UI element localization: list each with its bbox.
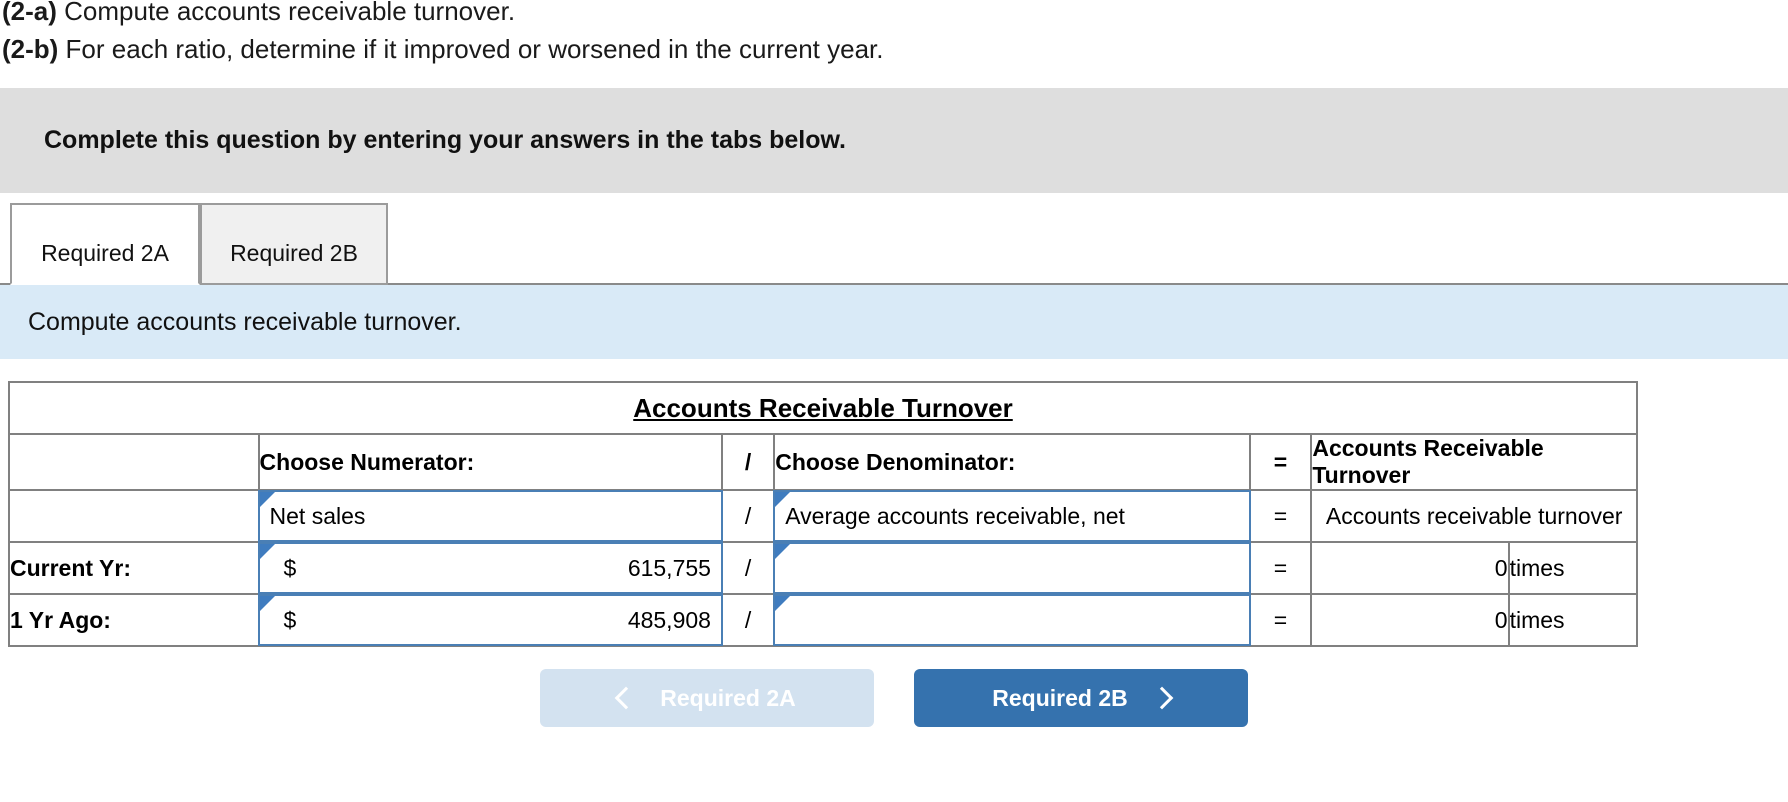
tab-required-2b-label: Required 2B [230,240,358,266]
next-tab-button-label: Required 2B [992,684,1128,711]
equals-operator-1-yr-ago: = [1248,593,1313,647]
calculation-table-wrapper: Accounts Receivable Turnover Choose Nume… [8,381,1788,647]
numerator-input-cell-current-yr[interactable]: $ 615,755 [257,541,723,595]
prompt-line-2a: (2-a) Compute accounts receivable turnov… [2,0,1788,30]
cell-corner-marker-icon [259,596,275,611]
tab-required-2a[interactable]: Required 2A [10,203,200,285]
numerator-select-cell[interactable]: Net sales [257,489,723,543]
tab-navigation-bar: Required 2A Required 2B [0,669,1788,727]
formula-equals-operator: = [1248,489,1313,543]
prompt-2a-label: (2-a) [2,0,57,26]
row-label-current-yr: Current Yr: [8,541,260,595]
divide-operator-current-yr: / [720,541,776,595]
numerator-amount-input-current-yr[interactable]: $ 615,755 [257,542,723,594]
header-result: Accounts Receivable Turnover [1310,433,1638,491]
prompt-2b-label: (2-b) [2,34,59,64]
instruction-banner-text: Complete this question by entering your … [44,126,846,154]
tab-bar: Required 2A Required 2B [0,203,1788,285]
formula-result-label: Accounts receivable turnover [1310,489,1638,543]
chevron-right-icon [1150,686,1174,710]
numerator-amount-value-current-yr: 615,755 [627,554,711,581]
cell-corner-marker-icon [775,544,791,559]
previous-tab-button[interactable]: Required 2A [540,669,874,727]
header-blank [8,433,260,491]
currency-symbol: $ [283,606,297,633]
table-header-row: Choose Numerator: / Choose Denominator: … [8,433,1638,491]
tab-required-2a-label: Required 2A [41,240,169,266]
header-divide-operator: / [720,433,776,491]
tab-required-2b[interactable]: Required 2B [200,203,388,285]
header-choose-denominator: Choose Denominator: [773,433,1251,491]
table-title-row: Accounts Receivable Turnover [8,381,1638,435]
formula-row: Net sales / Average accounts receivable,… [8,489,1638,543]
cell-corner-marker-icon [259,492,275,507]
divide-operator-1-yr-ago: / [720,593,776,647]
cell-corner-marker-icon [775,492,791,507]
denominator-dropdown-value: Average accounts receivable, net [785,502,1125,529]
header-equals-operator: = [1248,433,1313,491]
denominator-amount-input-current-yr[interactable] [773,542,1251,594]
prompt-2a-text: Compute accounts receivable turnover. [56,0,516,26]
prompt-2b-text: For each ratio, determine if it improved… [58,34,884,64]
accounts-receivable-turnover-table: Accounts Receivable Turnover Choose Nume… [8,381,1639,647]
denominator-input-cell-1-yr-ago[interactable] [773,593,1251,647]
numerator-amount-value-1-yr-ago: 485,908 [627,606,711,633]
table-title-text: Accounts Receivable Turnover [633,392,1013,423]
prompt-line-2b: (2-b) For each ratio, determine if it im… [2,30,1788,68]
next-tab-button[interactable]: Required 2B [914,669,1248,727]
table-row: 1 Yr Ago: $ 485,908 / = 0 times [8,593,1639,647]
denominator-input-cell-current-yr[interactable] [773,541,1251,595]
question-prompt: (2-a) Compute accounts receivable turnov… [0,0,1788,68]
instruction-banner: Complete this question by entering your … [0,88,1788,193]
previous-tab-button-label: Required 2A [660,684,796,711]
denominator-amount-input-1-yr-ago[interactable] [773,594,1251,646]
result-units-1-yr-ago: times [1507,593,1639,647]
result-value-current-yr: 0 [1310,541,1510,595]
denominator-dropdown[interactable]: Average accounts receivable, net [773,490,1251,542]
numerator-input-cell-1-yr-ago[interactable]: $ 485,908 [257,593,723,647]
currency-symbol: $ [283,554,297,581]
formula-row-label [8,489,260,543]
sub-instruction-bar: Compute accounts receivable turnover. [0,285,1788,359]
table-row: Current Yr: $ 615,755 / = 0 times [8,541,1639,595]
numerator-dropdown-value: Net sales [269,502,366,529]
header-choose-numerator: Choose Numerator: [257,433,723,491]
equals-operator-current-yr: = [1248,541,1313,595]
formula-divide-operator: / [720,489,776,543]
numerator-dropdown[interactable]: Net sales [257,490,723,542]
denominator-select-cell[interactable]: Average accounts receivable, net [773,489,1251,543]
table-title-cell: Accounts Receivable Turnover [8,381,1638,435]
numerator-amount-input-1-yr-ago[interactable]: $ 485,908 [257,594,723,646]
row-label-1-yr-ago: 1 Yr Ago: [8,593,260,647]
result-value-1-yr-ago: 0 [1310,593,1510,647]
cell-corner-marker-icon [775,596,791,611]
chevron-left-icon [614,686,638,710]
sub-instruction-text: Compute accounts receivable turnover. [28,307,462,336]
cell-corner-marker-icon [259,544,275,559]
result-units-current-yr: times [1507,541,1639,595]
